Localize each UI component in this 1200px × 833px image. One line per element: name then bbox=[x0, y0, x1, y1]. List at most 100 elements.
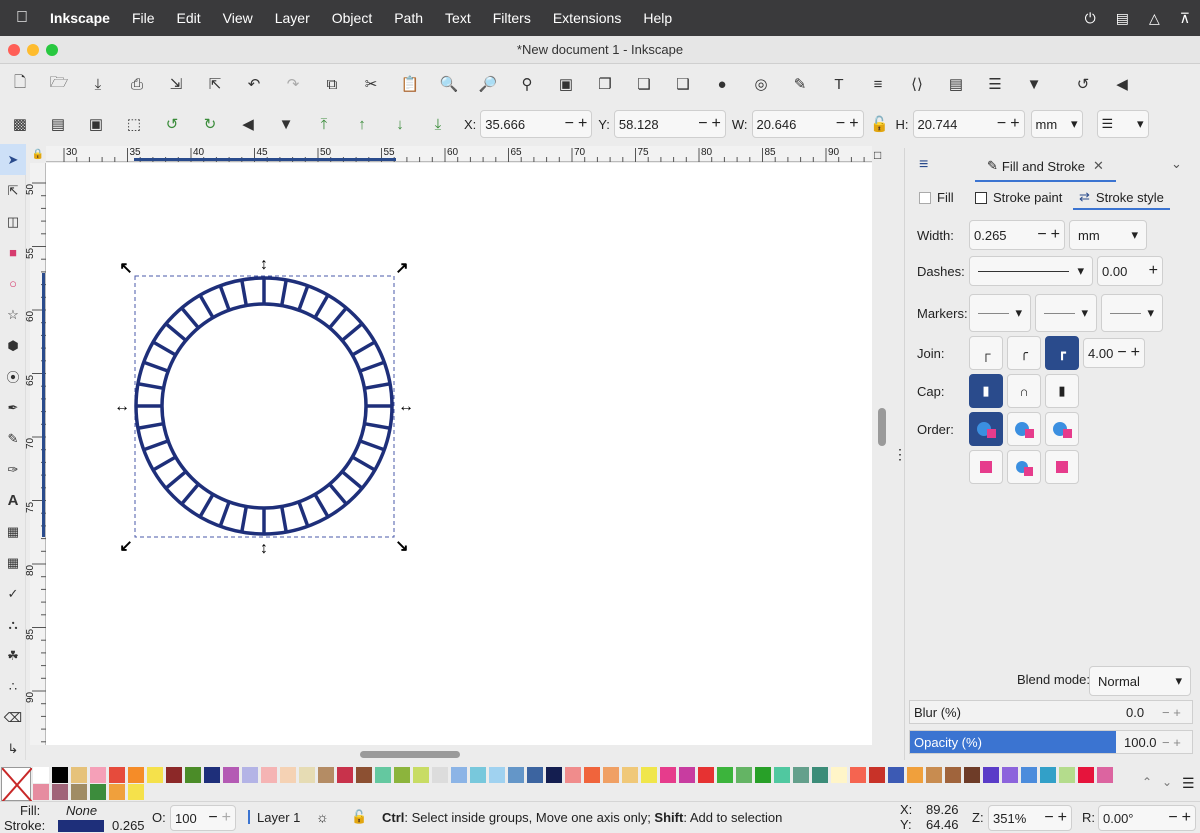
snap-options-icon[interactable]: ◀ bbox=[1108, 70, 1136, 98]
stroke-unit-select[interactable]: mm ▾ bbox=[1069, 220, 1147, 250]
mesh-tool-icon[interactable]: ▦ bbox=[0, 547, 26, 578]
palette-swatch[interactable] bbox=[717, 767, 733, 783]
cap-round-icon[interactable]: ∩ bbox=[1007, 374, 1041, 408]
import-icon[interactable]: ⇲ bbox=[162, 70, 190, 98]
palette-swatch[interactable] bbox=[736, 767, 752, 783]
dropper-tool-icon[interactable]: ✓ bbox=[0, 578, 26, 609]
opacity-field[interactable]: 100− + bbox=[170, 805, 236, 831]
palette-swatch[interactable] bbox=[812, 767, 828, 783]
transform-options-button[interactable]: ☰ ▾ bbox=[1096, 110, 1149, 138]
palette-swatch[interactable] bbox=[375, 767, 391, 783]
palette-swatch[interactable] bbox=[527, 767, 543, 783]
mid-marker-select[interactable]: ▾ bbox=[1035, 294, 1097, 332]
tab-fill[interactable]: Fill bbox=[919, 190, 954, 205]
panel-tabs-icon[interactable]: ≡ bbox=[919, 156, 928, 174]
clone-icon[interactable]: ❏ bbox=[630, 70, 658, 98]
w-field[interactable]: 20.646− + bbox=[751, 110, 864, 138]
zoom-selection-icon[interactable]: 🔍 bbox=[435, 70, 463, 98]
stroke-width-field[interactable]: 0.265− + bbox=[969, 220, 1065, 250]
palette-swatch[interactable] bbox=[508, 767, 524, 783]
menu-text[interactable]: Text bbox=[445, 10, 471, 26]
palette-swatch[interactable] bbox=[584, 767, 600, 783]
menu-object[interactable]: Object bbox=[332, 10, 372, 26]
palette-swatch[interactable] bbox=[546, 767, 562, 783]
palette-swatch[interactable] bbox=[470, 767, 486, 783]
lower-icon[interactable]: ↓ bbox=[386, 110, 414, 138]
palette-swatch[interactable] bbox=[261, 767, 277, 783]
palette-swatch[interactable] bbox=[1097, 767, 1113, 783]
palette-swatch[interactable] bbox=[356, 767, 372, 783]
rotate-ccw-icon[interactable]: ↺ bbox=[158, 110, 186, 138]
palette-swatch[interactable] bbox=[52, 767, 68, 783]
rotate-cw-icon[interactable]: ↻ bbox=[196, 110, 224, 138]
menu-filters[interactable]: Filters bbox=[493, 10, 531, 26]
tab-stroke-paint[interactable]: Stroke paint bbox=[975, 190, 1062, 205]
palette-swatch[interactable] bbox=[698, 767, 714, 783]
selector-tool-icon[interactable]: ➤ bbox=[0, 144, 26, 175]
palette-swatch[interactable] bbox=[622, 767, 638, 783]
ring-shape[interactable] bbox=[134, 276, 394, 536]
flip-vertical-icon[interactable]: ▼ bbox=[272, 110, 300, 138]
palette-swatch[interactable] bbox=[33, 767, 49, 783]
join-miter-icon[interactable]: ┏ bbox=[1045, 336, 1079, 370]
palette-swatch[interactable] bbox=[33, 784, 49, 800]
horizontal-scrollbar[interactable] bbox=[360, 751, 460, 758]
palette-swatch[interactable] bbox=[1078, 767, 1094, 783]
menu-file[interactable]: File bbox=[132, 10, 155, 26]
eraser-tool-icon[interactable]: ⌫ bbox=[0, 702, 26, 733]
palette-swatch[interactable] bbox=[679, 767, 695, 783]
zoom-fit-icon[interactable]: ▣ bbox=[552, 70, 580, 98]
palette-swatch[interactable] bbox=[603, 767, 619, 783]
star-tool-icon[interactable]: ☆ bbox=[0, 299, 26, 330]
close-tab-icon[interactable]: ✕ bbox=[1093, 158, 1104, 174]
text-tool-icon[interactable]: A bbox=[0, 485, 26, 516]
y-field[interactable]: 58.128− + bbox=[613, 110, 726, 138]
print-icon[interactable]: ⎙ bbox=[123, 70, 151, 98]
palette-swatch[interactable] bbox=[888, 767, 904, 783]
palette-swatch[interactable] bbox=[926, 767, 942, 783]
palette-scroll-down-icon[interactable]: ⌄ bbox=[1162, 775, 1172, 789]
palette-swatch[interactable] bbox=[242, 767, 258, 783]
palette-swatch[interactable] bbox=[90, 767, 106, 783]
select-all-layers-icon[interactable]: ▤ bbox=[44, 110, 72, 138]
snap-toggle-icon[interactable]: ↺ bbox=[1069, 70, 1097, 98]
vertical-ruler[interactable]: 50 55 60 65 70 75 80 85 90 bbox=[25, 163, 46, 745]
opacity-slider[interactable]: Opacity (%) 100.0 − + bbox=[909, 730, 1193, 754]
palette-swatch[interactable] bbox=[641, 767, 657, 783]
palette-swatch[interactable] bbox=[413, 767, 429, 783]
layers-icon[interactable]: ≡ bbox=[864, 70, 892, 98]
notes-icon[interactable]: ▤ bbox=[1116, 10, 1129, 27]
layer-visibility-icon[interactable]: ☼ bbox=[316, 809, 329, 825]
minimize-window-button[interactable] bbox=[27, 44, 39, 56]
duplicate-icon[interactable]: ❐ bbox=[591, 70, 619, 98]
palette-swatch[interactable] bbox=[128, 767, 144, 783]
tab-stroke-style[interactable]: ⇄ Stroke style bbox=[1073, 186, 1170, 210]
tweak-tool-icon[interactable]: ☘ bbox=[0, 640, 26, 671]
menu-layer[interactable]: Layer bbox=[275, 10, 310, 26]
x-field[interactable]: 35.666− + bbox=[480, 110, 593, 138]
blend-mode-select[interactable]: Normal ▾ bbox=[1089, 666, 1191, 696]
palette-swatch[interactable] bbox=[223, 767, 239, 783]
lower-to-bottom-icon[interactable]: ⤓ bbox=[424, 110, 452, 138]
spray-tool-icon[interactable]: ∴ bbox=[0, 671, 26, 702]
unlink-clone-icon[interactable]: ❑ bbox=[669, 70, 697, 98]
palette-swatch[interactable] bbox=[52, 784, 68, 800]
raise-to-top-icon[interactable]: ⤒ bbox=[310, 110, 338, 138]
palette-swatch[interactable] bbox=[850, 767, 866, 783]
cap-square-icon[interactable]: ▮ bbox=[1045, 374, 1079, 408]
palette-swatch[interactable] bbox=[280, 767, 296, 783]
shape-builder-tool-icon[interactable]: ◫ bbox=[0, 206, 26, 237]
palette-swatch[interactable] bbox=[774, 767, 790, 783]
cap-butt-icon[interactable]: ▮ bbox=[969, 374, 1003, 408]
copy-icon[interactable]: ⧉ bbox=[318, 70, 346, 98]
palette-swatch[interactable] bbox=[90, 784, 106, 800]
h-field[interactable]: 20.744− + bbox=[912, 110, 1025, 138]
gradient-tool-icon[interactable]: ▦ bbox=[0, 516, 26, 547]
palette-swatch[interactable] bbox=[869, 767, 885, 783]
palette-swatch[interactable] bbox=[109, 784, 125, 800]
palette-swatch[interactable] bbox=[185, 767, 201, 783]
scale-stroke-icon[interactable]: ⬚ bbox=[120, 110, 148, 138]
pen-tool-icon[interactable]: ✒ bbox=[0, 392, 26, 423]
text-font-icon[interactable]: T bbox=[825, 70, 853, 98]
palette-swatch[interactable] bbox=[1040, 767, 1056, 783]
